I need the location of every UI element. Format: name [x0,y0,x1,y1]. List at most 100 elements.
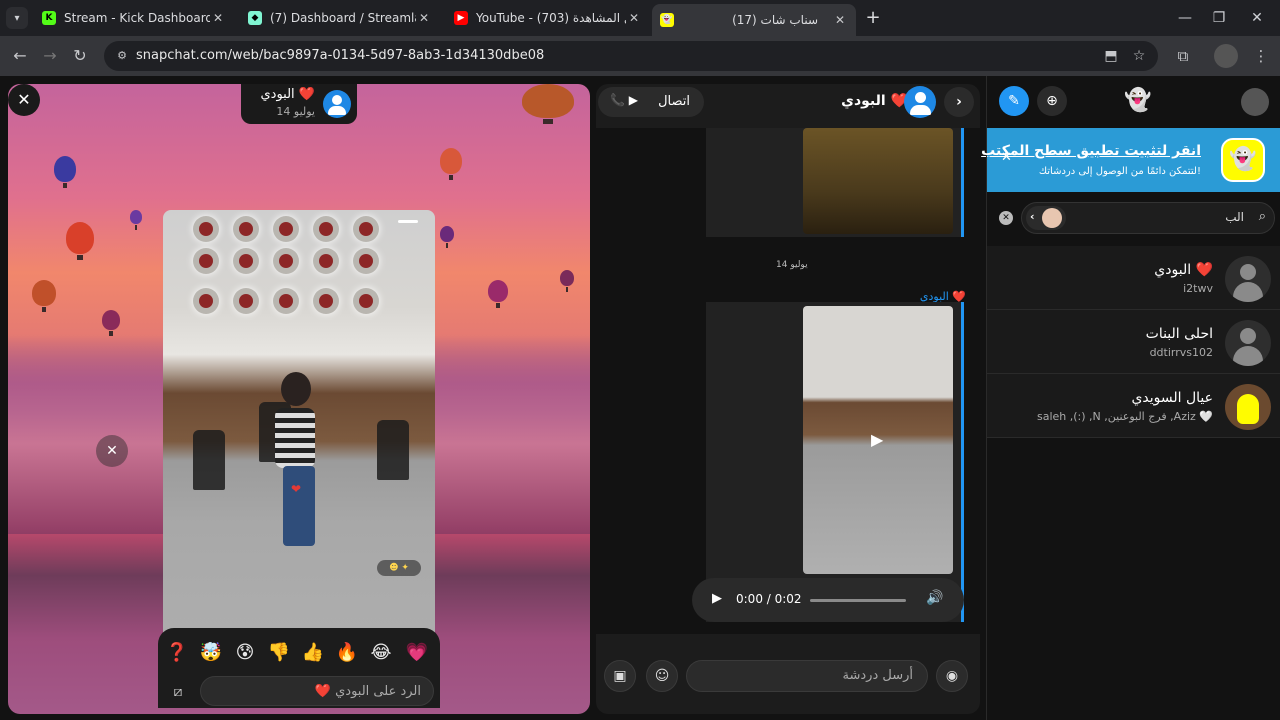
chat-contact-name[interactable]: البودي ❤️ [841,93,908,109]
close-story-button[interactable]: ✕ [8,84,40,116]
balloon [66,222,94,260]
audio-progress-slider[interactable] [810,599,906,602]
reload-icon[interactable]: ↻ [68,44,92,68]
tab-title: (17) سناب شات [732,13,818,27]
page-viewport: ✕ البودي ❤️ 14 يوليو ✕ ❤ ☻ ✦ 🔇 ❚❚ ☝ [0,76,1280,720]
volume-icon[interactable]: 🔊 [926,590,943,606]
message-placeholder: أرسل دردشة [842,668,913,683]
extensions-icon[interactable]: ⧉ [1172,45,1194,67]
browser-menu-icon[interactable]: ⋮ [1250,45,1272,67]
story-reply-input[interactable]: الرد على البودي ❤️ [200,676,434,706]
tab-close-icon[interactable]: ✕ [416,11,432,25]
camera-icon[interactable]: ◉ [936,660,968,692]
sticker-reply-icon[interactable]: ⧄ [166,680,190,704]
install-app-icon[interactable]: ⬒ [1102,47,1120,65]
play-icon[interactable]: ▶ [871,430,883,449]
site-info-icon[interactable]: ⚙ [114,48,130,64]
wall-decor [233,248,259,274]
minimize-icon[interactable]: — [1168,6,1202,30]
tab-title: Stream - Kick Dashboard [64,11,210,25]
reaction-anxious[interactable]: 😰 [230,638,260,668]
reaction-fire[interactable]: 🔥 [332,638,362,668]
emoji-icon[interactable]: ☺ [646,660,678,692]
media-thumbnail[interactable] [803,128,953,234]
list-item[interactable]: البودي ❤️ i2twv [987,246,1280,310]
bitmoji-icon [1042,208,1062,228]
list-item[interactable]: احلى البنات ddtirrvs102 [987,310,1280,374]
banner-subtitle: لتتمكن دائمًا من الوصول إلى دردشاتك! [1038,166,1201,177]
conversation-subtitle: saleh ,(:) ,N ,فرج البوعنين ,Aziz 🤍 [1036,410,1213,423]
search-area: ✕ ‹ الب ⌕ [995,202,1275,236]
balloon [560,270,574,292]
wall-decor [273,248,299,274]
phone-video-icon: 📞 ▶ [610,93,638,107]
reaction-mind-blown[interactable]: 🤯 [196,638,226,668]
kick-icon: K [42,11,56,25]
wall-decor [313,288,339,314]
avatar [1225,320,1271,366]
reaction-heart[interactable]: 💗 [402,638,432,668]
new-chat-button[interactable]: ✎ [999,86,1029,116]
audio-player[interactable]: ▶ 0:00 / 0:02 🔊 [692,578,964,622]
browser-profile-avatar[interactable] [1214,44,1238,68]
tab-youtube[interactable]: ▶ YouTube - سجل المشاهدة (703) ✕ [446,4,650,32]
tab-close-icon[interactable]: ✕ [626,11,642,25]
reaction-laughing[interactable]: 😂 [366,638,396,668]
search-value: الب [1225,210,1244,224]
tab-kick-dashboard[interactable]: K Stream - Kick Dashboard ✕ [34,4,234,32]
banner-title[interactable]: انقر لتثبيت تطبيق سطح المكتب [981,143,1201,159]
bookmark-star-icon[interactable]: ☆ [1130,47,1148,65]
chair [193,430,225,490]
story-video[interactable]: ❤ ☻ ✦ 🔇 ❚❚ [163,210,435,692]
story-progress-bar [398,220,418,223]
url-text[interactable]: snapchat.com/web/bac9897a-0134-5d97-8ab3… [136,41,544,71]
tab-search-button[interactable]: ▾ [6,7,28,29]
tab-close-icon[interactable]: ✕ [210,11,226,25]
chevron-right-icon[interactable]: › [944,87,974,117]
media-message[interactable]: ▶ [706,302,964,622]
date-separator: 14 يوليو [776,260,808,270]
wall-decor [313,216,339,242]
memories-icon[interactable]: ▣ [604,660,636,692]
reaction-question[interactable]: ❓ [162,638,192,668]
close-window-icon[interactable]: ✕ [1240,6,1274,30]
message-list: 14 يوليو البودي ❤️ ▶ ▶ 0:00 / 0:02 🔊 [596,128,980,634]
wall-decor [273,216,299,242]
media-thumbnail[interactable]: ▶ [803,306,953,574]
media-message[interactable] [706,128,964,237]
story-date: 14 يوليو [276,105,315,118]
back-arrow-icon[interactable]: ← [8,44,32,68]
message-input[interactable]: أرسل دردشة [686,660,928,692]
call-label: اتصال [658,94,690,109]
balloon [32,280,56,312]
bitmoji-chip[interactable]: ‹ [1026,206,1066,230]
tab-title: (7) Dashboard / Streamlabs [270,11,416,25]
tab-snapchat[interactable]: 👻 (17) سناب شات ✕ [652,4,856,36]
clear-search-icon[interactable]: ✕ [999,211,1013,225]
search-input[interactable]: ‹ الب ⌕ [1021,202,1275,234]
audio-time: 0:00 / 0:02 [736,592,802,606]
add-friend-icon[interactable]: ⊕ [1037,86,1067,116]
wall-decor [193,288,219,314]
story-sender-name[interactable]: البودي ❤️ [260,87,315,102]
reaction-thumbs-down[interactable]: 👎 [264,638,294,668]
install-app-banner[interactable]: ✕ انقر لتثبيت تطبيق سطح المكتب لتتمكن دا… [981,128,1280,192]
restore-icon[interactable]: ❐ [1202,6,1236,30]
tab-streamlabs[interactable]: ◆ (7) Dashboard / Streamlabs ✕ [240,4,440,32]
tab-close-icon[interactable]: ✕ [832,13,848,27]
tab-title: YouTube - سجل المشاهدة (703) [476,11,626,25]
chat-avatar[interactable] [904,86,936,118]
new-tab-button[interactable]: + [862,7,884,29]
play-icon[interactable]: ▶ [712,591,722,606]
address-bar[interactable]: ⚙ snapchat.com/web/bac9897a-0134-5d97-8a… [104,41,1158,71]
child-figure [275,408,315,468]
snapchat-icon: 👻 [660,13,674,27]
dismiss-icon[interactable]: ✕ [96,435,128,467]
profile-avatar[interactable] [1241,88,1269,116]
story-avatar[interactable] [323,90,351,118]
reaction-thumbs-up[interactable]: 👍 [298,638,328,668]
list-item[interactable]: عيال السويدي saleh ,(:) ,N ,فرج البوعنين… [987,374,1280,438]
call-button[interactable]: 📞 ▶ اتصال [598,87,704,117]
snapchat-app-icon: 👻 [1221,138,1265,182]
forward-arrow-icon[interactable]: → [38,44,62,68]
